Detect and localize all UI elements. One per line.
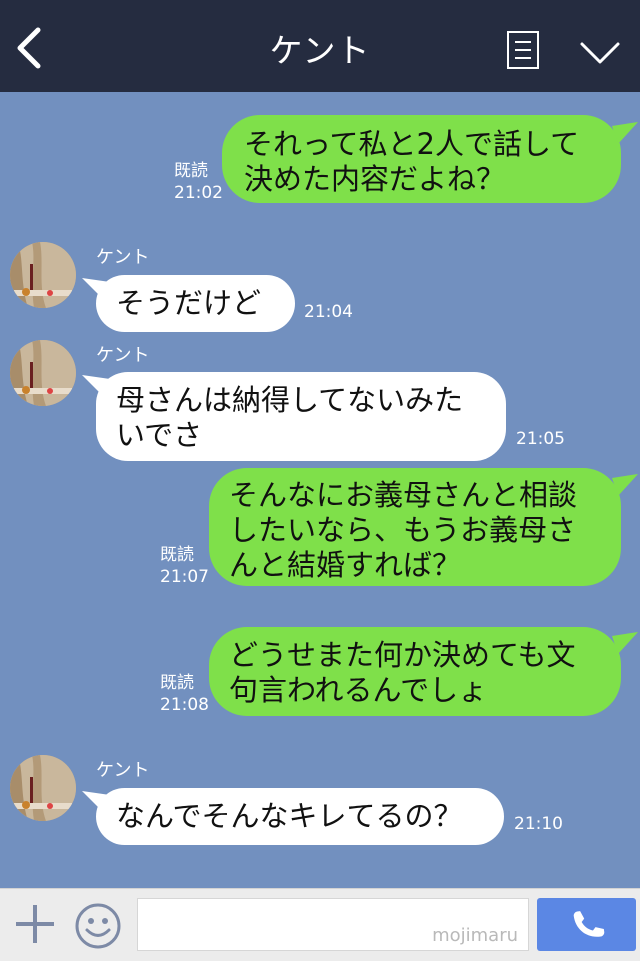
incoming-message-bubble[interactable]: なんでそんなキレてるの？ bbox=[96, 788, 504, 845]
plus-icon bbox=[16, 905, 54, 943]
message-time: 21:08 bbox=[160, 695, 209, 715]
read-label: 既読 bbox=[160, 545, 194, 565]
call-button[interactable] bbox=[537, 898, 636, 951]
avatar-image bbox=[10, 242, 76, 308]
outgoing-message-bubble[interactable]: そんなにお義母さんと相談 したいなら、もうお義母さ んと結婚すれば？ bbox=[209, 468, 621, 586]
incoming-message-bubble[interactable]: そうだけど bbox=[96, 275, 295, 332]
read-receipt: 既読 21:07 bbox=[160, 544, 209, 588]
message-time: 21:02 bbox=[174, 183, 223, 203]
avatar-image bbox=[10, 755, 76, 821]
avatar[interactable] bbox=[10, 340, 76, 406]
phone-icon bbox=[573, 911, 605, 937]
message-time: 21:10 bbox=[514, 814, 563, 834]
message-input[interactable]: mojimaru bbox=[137, 898, 529, 951]
incoming-message-bubble[interactable]: 母さんは納得してないみた いでさ bbox=[96, 372, 506, 461]
watermark-text: mojimaru bbox=[432, 925, 518, 946]
outgoing-message-bubble[interactable]: それって私と2人で話して 決めた内容だよね？ bbox=[222, 115, 621, 203]
menu-line-icon bbox=[515, 57, 531, 59]
avatar-image bbox=[10, 340, 76, 406]
input-bar: mojimaru bbox=[0, 888, 640, 961]
message-time: 21:07 bbox=[160, 567, 209, 587]
read-receipt: 既読 21:08 bbox=[160, 672, 209, 716]
chat-area[interactable]: 既読 21:02 それって私と2人で話して 決めた内容だよね？ ケント そうだけ… bbox=[0, 92, 640, 888]
bubble-tail-icon bbox=[612, 632, 638, 654]
read-label: 既読 bbox=[174, 161, 208, 181]
chat-title: ケント bbox=[269, 31, 371, 70]
notes-menu-button[interactable] bbox=[507, 31, 539, 69]
emoji-button[interactable] bbox=[74, 902, 122, 950]
sender-name: ケント bbox=[96, 760, 150, 781]
smiley-icon bbox=[75, 903, 121, 949]
chat-header: ケント bbox=[0, 0, 640, 92]
bubble-tail-icon bbox=[612, 122, 638, 144]
sender-name: ケント bbox=[96, 247, 150, 268]
avatar[interactable] bbox=[10, 755, 76, 821]
chevron-down-icon bbox=[580, 42, 620, 64]
menu-line-icon bbox=[515, 49, 531, 51]
sender-name: ケント bbox=[96, 345, 150, 366]
message-time: 21:04 bbox=[304, 302, 353, 322]
avatar[interactable] bbox=[10, 242, 76, 308]
read-receipt: 既読 21:02 bbox=[174, 160, 223, 204]
add-attachment-button[interactable] bbox=[14, 903, 56, 945]
chevron-down-button[interactable] bbox=[578, 38, 622, 68]
bubble-tail-icon bbox=[612, 474, 638, 496]
read-label: 既読 bbox=[160, 673, 194, 693]
outgoing-message-bubble[interactable]: どうせまた何か決めても文 句言われるんでしょ bbox=[209, 627, 621, 716]
menu-line-icon bbox=[515, 41, 531, 43]
message-time: 21:05 bbox=[516, 429, 565, 449]
